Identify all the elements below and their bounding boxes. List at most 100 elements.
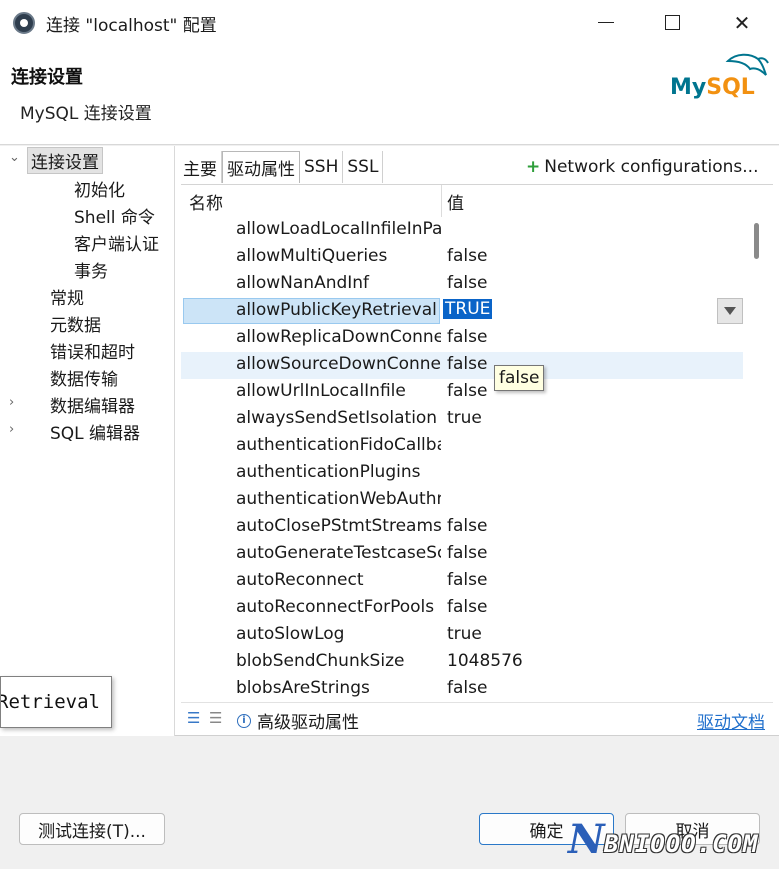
property-value: false <box>447 597 488 617</box>
nav-item-sql-editor[interactable]: SQL 编辑器 <box>50 419 140 444</box>
property-value: true <box>447 624 482 644</box>
remove-property-icon[interactable]: ☰ <box>209 709 222 727</box>
plus-icon: + <box>526 157 541 177</box>
table-row[interactable]: blobSendChunkSize 1048576 <box>181 649 743 676</box>
table-row[interactable]: allowUrlInLocalInfile false <box>181 379 743 406</box>
property-value-editor[interactable]: TRUE <box>443 299 493 319</box>
drag-ghost-popup: Retrieval <box>0 676 112 728</box>
add-property-icon[interactable]: ☰ <box>187 709 200 727</box>
table-row[interactable]: blobsAreStrings false <box>181 676 743 703</box>
settings-nav-tree: ⌄ 连接设置 初始化 Shell 命令 客户端认证 事务 常规 元数据 错误和超… <box>0 146 175 736</box>
table-row[interactable]: autoReconnect false <box>181 568 743 595</box>
info-icon: i <box>237 713 251 728</box>
table-row[interactable]: allowMultiQueries false <box>181 244 743 271</box>
chevron-right-icon[interactable]: › <box>9 422 14 437</box>
maximize-button[interactable] <box>644 0 700 45</box>
property-value: false <box>447 354 488 374</box>
tab-ssh[interactable]: SSH <box>300 151 344 183</box>
property-name: autoClosePStmtStreams <box>236 516 441 536</box>
property-name: alwaysSendSetIsolation <box>236 408 438 428</box>
mysql-logo: MySQL <box>666 49 772 107</box>
window-title: 连接 "localhost" 配置 <box>46 16 217 36</box>
property-value: true <box>447 408 482 428</box>
watermark-n: N <box>568 816 605 863</box>
table-row[interactable]: alwaysSendSetIsolation true <box>181 406 743 433</box>
table-bottom-bar: ☰ ☰ i 高级驱动属性 驱动文档 <box>181 702 773 733</box>
nav-item-metadata[interactable]: 元数据 <box>50 311 101 336</box>
tab-main[interactable]: 主要 <box>179 151 222 183</box>
header-title: 连接设置 <box>11 67 83 88</box>
table-row[interactable]: authenticationWebAuthnCallbackHandler <box>181 487 743 514</box>
chevron-right-icon[interactable]: › <box>9 395 14 410</box>
table-row[interactable]: allowNanAndInf false <box>181 271 743 298</box>
property-name: allowNanAndInf <box>236 273 370 293</box>
minimize-button[interactable] <box>578 0 634 45</box>
property-name: authenticationPlugins <box>236 462 421 482</box>
property-name: autoSlowLog <box>236 624 345 644</box>
tab-driver-properties[interactable]: 驱动属性 <box>222 151 300 183</box>
driver-properties-table: 名称 值 allowLoadLocalInfileInPath allowMult… <box>181 184 773 703</box>
property-name: blobSendChunkSize <box>236 651 405 671</box>
nav-item-errors-timeouts[interactable]: 错误和超时 <box>50 338 135 363</box>
header-subtitle: MySQL 连接设置 <box>20 104 152 124</box>
table-row[interactable]: autoReconnectForPools false <box>181 595 743 622</box>
property-value: false <box>447 273 488 293</box>
title-bar: 连接 "localhost" 配置 ✕ <box>0 0 779 45</box>
nav-item-data-transfer[interactable]: 数据传输 <box>50 365 118 390</box>
property-name: allowUrlInLocalInfile <box>236 381 406 401</box>
property-name: autoGenerateTestcaseScript <box>236 543 441 563</box>
property-value: false <box>447 516 488 536</box>
table-row[interactable]: autoGenerateTestcaseScript false <box>181 541 743 568</box>
app-icon <box>13 12 35 34</box>
logo-sql: SQL <box>706 75 755 100</box>
property-value: false <box>447 327 488 347</box>
watermark-text: BNIOOO.COM <box>604 830 759 858</box>
table-row[interactable]: autoClosePStmtStreams false <box>181 514 743 541</box>
property-value: false <box>447 381 488 401</box>
vertical-scrollbar[interactable] <box>754 223 759 259</box>
property-value: false <box>447 678 488 698</box>
logo-my: My <box>670 75 707 100</box>
property-value: 1048576 <box>447 651 523 671</box>
property-value: false <box>447 543 488 563</box>
value-dropdown-button[interactable] <box>717 298 743 324</box>
nav-item-shell-commands[interactable]: Shell 命令 <box>74 203 155 228</box>
nav-item-data-editor[interactable]: 数据编辑器 <box>50 392 135 417</box>
table-row[interactable]: authenticationFidoCallbackHandler <box>181 433 743 460</box>
property-value: false <box>447 246 488 266</box>
table-row[interactable]: authenticationPlugins <box>181 460 743 487</box>
chevron-down-icon <box>724 307 736 315</box>
value-tooltip: false <box>494 365 545 391</box>
property-value: false <box>447 570 488 590</box>
test-connection-button[interactable]: 测试连接(T)... <box>19 813 165 845</box>
property-name: autoReconnectForPools <box>236 597 435 617</box>
dialog-header: 连接设置 MySQL 连接设置 MySQL <box>0 45 779 145</box>
property-name: authenticationWebAuthnCallbackHandler <box>236 489 441 509</box>
property-name: allowMultiQueries <box>236 246 388 266</box>
nav-item-general[interactable]: 常规 <box>50 284 84 309</box>
tab-bar: 主要 驱动属性 SSH SSL <box>179 151 384 183</box>
column-header-name[interactable]: 名称 <box>189 185 223 217</box>
minimize-icon <box>598 22 614 23</box>
table-row[interactable]: allowLoadLocalInfileInPath <box>181 217 743 244</box>
chevron-down-icon[interactable]: ⌄ <box>9 150 20 165</box>
property-name: allowPublicKeyRetrieval <box>236 300 437 320</box>
advanced-driver-properties[interactable]: i 高级驱动属性 <box>237 708 359 733</box>
property-name: allowReplicaDownConnections <box>236 327 441 347</box>
nav-item-client-auth[interactable]: 客户端认证 <box>74 230 159 255</box>
close-icon: ✕ <box>733 10 751 35</box>
nav-item-transactions[interactable]: 事务 <box>74 257 108 282</box>
network-configurations-button[interactable]: + Network configurations... <box>526 157 758 177</box>
table-row[interactable]: allowReplicaDownConnections false <box>181 325 743 352</box>
table-row[interactable]: autoSlowLog true <box>181 622 743 649</box>
table-row[interactable]: allowSourceDownConnections false <box>181 352 743 379</box>
column-header-value[interactable]: 值 <box>447 185 464 217</box>
table-row[interactable]: allowPublicKeyRetrieval TRUE <box>181 298 743 325</box>
nav-item-init[interactable]: 初始化 <box>74 176 125 201</box>
close-button[interactable]: ✕ <box>714 0 770 45</box>
property-name: autoReconnect <box>236 570 364 590</box>
driver-docs-link[interactable]: 驱动文档 <box>697 708 765 733</box>
tab-ssl[interactable]: SSL <box>343 151 384 183</box>
maximize-icon <box>664 15 680 30</box>
nav-item-connection-settings[interactable]: 连接设置 <box>27 147 103 174</box>
